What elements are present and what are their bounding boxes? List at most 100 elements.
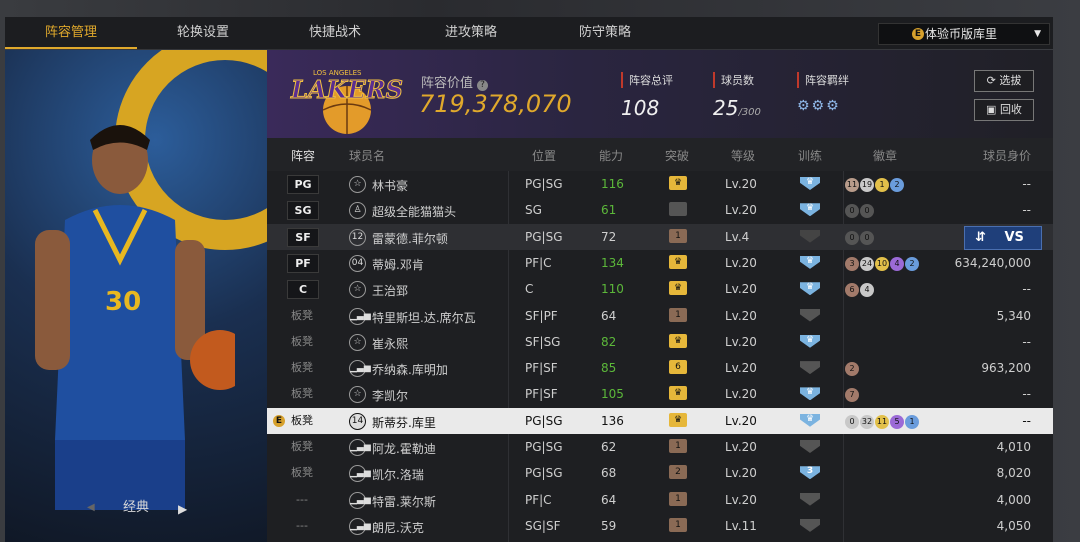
player-name[interactable]: 蒂姆.邓肯 bbox=[372, 256, 424, 273]
player-worth: 5,340 bbox=[996, 308, 1031, 323]
player-name[interactable]: 乔纳森.库明加 bbox=[372, 361, 448, 378]
badge-icon: 1 bbox=[905, 414, 919, 429]
slot-label: --- bbox=[296, 518, 308, 532]
roster-table: 阵容 球员名 位置 能力 突破 等级 训练 徽章 球员身价 PG ☆ 林书豪 PG|S… bbox=[267, 138, 1053, 542]
training-icon[interactable]: ♛ bbox=[800, 387, 820, 401]
badge-icon: 6 bbox=[845, 283, 859, 298]
table-row[interactable]: 板凳 ▁▃▅ 乔纳森.库明加 PF|SF 85 6 Lv.20 2 963,200 bbox=[267, 355, 1053, 381]
player-position: PF|C bbox=[525, 492, 552, 507]
player-level: Lv.20 bbox=[725, 361, 757, 376]
training-icon[interactable]: 3 bbox=[800, 466, 820, 480]
player-name[interactable]: 崔永熙 bbox=[372, 335, 408, 352]
bond-icons[interactable]: ⚙⚙⚙ bbox=[797, 98, 849, 114]
recycle-button[interactable]: ▣ 回收 bbox=[974, 99, 1034, 121]
badge-list: 64 bbox=[845, 281, 875, 298]
player-worth: -- bbox=[1022, 203, 1031, 218]
table-row[interactable]: C ☆ 王治郅 C 110 ♛ Lv.20 ♛ 6 4 -- bbox=[267, 276, 1053, 302]
next-arrow-icon[interactable]: ▶ bbox=[178, 502, 187, 516]
player-name[interactable]: 斯蒂芬.库里 bbox=[372, 414, 436, 431]
badge-list: 0 32 11 5 1 bbox=[845, 413, 920, 429]
table-row[interactable]: 板凳 ☆ 李凯尔 PF|SF 105 ♛ Lv.20 ♛ 7 -- bbox=[267, 381, 1053, 407]
svg-text:30: 30 bbox=[105, 287, 141, 317]
player-name[interactable]: 李凯尔 bbox=[372, 387, 408, 404]
player-type-icon: ☆ bbox=[349, 333, 366, 351]
player-position: PF|SF bbox=[525, 387, 558, 402]
player-name[interactable]: 凯尔.洛瑞 bbox=[372, 466, 424, 483]
badge-icon: 3 bbox=[845, 256, 859, 271]
rating-stat: 阵容总评 108 bbox=[621, 72, 673, 120]
compare-vs-button[interactable]: ⇵ VS bbox=[964, 226, 1042, 250]
badge-icon: 7 bbox=[845, 388, 859, 403]
tab-rotation[interactable]: 轮换设置 bbox=[137, 17, 269, 49]
table-row[interactable]: --- ▁▃▅ 朗尼.沃克 SG|SF 59 1 Lv.11 4,050 bbox=[267, 513, 1053, 539]
badge-list: 11 19 1 2 bbox=[845, 176, 905, 192]
training-icon[interactable] bbox=[800, 361, 820, 375]
lineup-dropdown[interactable]: E 体验币版库里 ▼ bbox=[878, 23, 1050, 45]
table-row[interactable]: 板凳 ☆ 崔永熙 SF|SG 82 ♛ Lv.20 ♛ -- bbox=[267, 329, 1053, 355]
player-position: PG|SG bbox=[525, 229, 563, 244]
player-name[interactable]: 雷蒙德.菲尔顿 bbox=[372, 230, 448, 247]
training-icon[interactable]: ♛ bbox=[800, 334, 820, 348]
tab-quick-tactics[interactable]: 快捷战术 bbox=[269, 17, 401, 49]
player-name[interactable]: 林书豪 bbox=[372, 177, 408, 194]
training-icon[interactable]: ♛ bbox=[800, 413, 820, 427]
table-row[interactable]: 板凳 E 14 斯蒂芬.库里 PG|SG 136 ♛ Lv.20 ♛ 0 32 11 5 1 -- bbox=[267, 407, 1053, 434]
table-row[interactable]: SG ♙ 超级全能猫猫头 SG 61 Lv.20 ♛ 0 0 -- bbox=[267, 197, 1053, 223]
player-ability: 134 bbox=[601, 255, 624, 270]
player-position: PF|C bbox=[525, 255, 552, 270]
tab-lineup[interactable]: 阵容管理 bbox=[5, 17, 137, 49]
slot-label: PG bbox=[287, 175, 319, 194]
coin-icon: E bbox=[273, 414, 285, 427]
table-row[interactable]: PF 04 蒂姆.邓肯 PF|C 134 ♛ Lv.20 ♛ 3 24 10 4 2 634,240,00… bbox=[267, 250, 1053, 276]
player-name[interactable]: 特雷.莱尔斯 bbox=[372, 493, 436, 510]
training-icon[interactable] bbox=[800, 518, 820, 532]
player-position: PG|SG bbox=[525, 413, 563, 428]
player-worth: 4,050 bbox=[996, 518, 1031, 533]
player-ability: 62 bbox=[601, 440, 617, 454]
tab-offense[interactable]: 进攻策略 bbox=[405, 17, 537, 49]
player-worth: -- bbox=[1022, 282, 1031, 297]
training-icon[interactable] bbox=[800, 440, 820, 453]
table-row[interactable]: SF12雷蒙德.菲尔顿PG|SG721Lv.400-- bbox=[267, 223, 1053, 250]
player-name[interactable]: 王治郅 bbox=[372, 282, 408, 299]
player-worth: -- bbox=[1022, 334, 1031, 349]
table-row[interactable]: --- ▁▃▅ 特雷.莱尔斯 PF|C 64 1 Lv.20 4,000 bbox=[267, 487, 1053, 513]
badge-list: 2 bbox=[845, 360, 860, 377]
training-icon[interactable]: ♛ bbox=[800, 255, 820, 269]
breakthrough-icon: ♛ bbox=[669, 333, 687, 348]
player-level: Lv.20 bbox=[725, 413, 757, 428]
player-worth: -- bbox=[1022, 387, 1031, 402]
player-type-icon: 14 bbox=[349, 412, 366, 430]
player-level: Lv.20 bbox=[725, 466, 757, 481]
player-name[interactable]: 阿龙.霍勒迪 bbox=[372, 440, 436, 457]
player-name[interactable]: 特里斯坦.达.席尔瓦 bbox=[372, 309, 476, 326]
slot-label: 板凳 bbox=[291, 440, 313, 453]
training-icon[interactable] bbox=[800, 229, 820, 243]
player-name[interactable]: 超级全能猫猫头 bbox=[372, 203, 456, 220]
breakthrough-icon: ♛ bbox=[669, 412, 687, 427]
table-row[interactable]: 板凳 ▁▃▅ 特里斯坦.达.席尔瓦 SF|PF 64 1 Lv.20 5,340 bbox=[267, 303, 1053, 329]
player-type-icon: ▁▃▅ bbox=[349, 465, 371, 483]
player-name[interactable]: 朗尼.沃克 bbox=[372, 519, 424, 536]
training-icon[interactable]: ♛ bbox=[800, 282, 820, 296]
table-row[interactable]: 板凳 ▁▃▅ 凯尔.洛瑞 PG|SG 68 2 Lv.20 3 8,020 bbox=[267, 460, 1053, 486]
training-icon[interactable] bbox=[800, 492, 820, 506]
player-position: C bbox=[525, 282, 534, 297]
player-level: Lv.20 bbox=[725, 334, 757, 349]
slot-label: 板凳 bbox=[291, 413, 313, 427]
training-icon[interactable]: ♛ bbox=[800, 203, 820, 217]
training-icon[interactable]: ♛ bbox=[800, 177, 820, 190]
badge-list: 3 24 10 4 2 bbox=[845, 255, 920, 271]
table-row[interactable]: PG ☆ 林书豪 PG|SG 116 ♛ Lv.20 ♛ 11 19 1 2 -- bbox=[267, 171, 1053, 197]
slot-label: --- bbox=[296, 492, 308, 506]
scout-button[interactable]: ⟳ 选拔 bbox=[974, 70, 1034, 92]
badge-icon: 1 bbox=[875, 178, 889, 192]
badge-icon: 11 bbox=[845, 178, 859, 192]
table-row[interactable]: 板凳 ▁▃▅ 阿龙.霍勒迪 PG|SG 62 1 Lv.20 4,010 bbox=[267, 434, 1053, 460]
lakers-logo: LAKERS LOS ANGELES bbox=[290, 69, 403, 134]
training-icon[interactable] bbox=[800, 308, 820, 322]
badge-icon: 4 bbox=[890, 256, 904, 271]
player-ability: 105 bbox=[601, 387, 624, 402]
tab-defense[interactable]: 防守策略 bbox=[539, 17, 671, 49]
player-position: SF|SG bbox=[525, 334, 561, 349]
